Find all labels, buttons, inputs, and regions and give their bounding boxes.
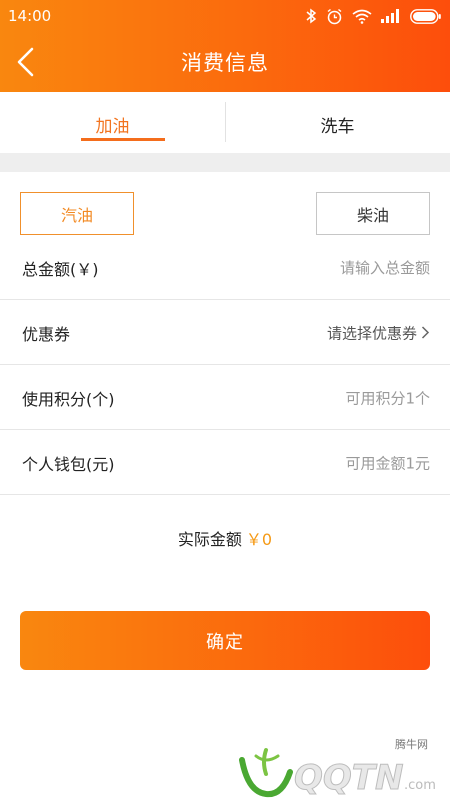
header-bar: 14:00 消费信息: [0, 0, 450, 92]
battery-icon: [410, 8, 442, 24]
points-label: 使用积分(个): [22, 389, 115, 409]
svg-text:.com: .com: [404, 778, 436, 793]
status-bar: 14:00: [0, 0, 450, 32]
total-amount-label: 总金额(￥): [22, 259, 99, 279]
coupon-label: 优惠券: [22, 324, 71, 344]
coupon-row[interactable]: 优惠券 请选择优惠券: [0, 300, 450, 365]
chevron-right-icon: [421, 324, 430, 342]
wallet-available: 可用金额1元: [345, 454, 430, 472]
confirm-button[interactable]: 确定: [20, 611, 430, 670]
signal-icon: [381, 9, 401, 23]
app-screen: 14:00 消费信息 加油 洗车 汽油 柴油 总金额(￥) 请输入总金额 优惠券…: [0, 0, 450, 800]
actual-amount-value: ￥0: [245, 530, 273, 549]
watermark-logo: QQTN .com: [239, 748, 436, 798]
svg-text:QQTN: QQTN: [294, 758, 403, 798]
diesel-option-button[interactable]: 柴油: [316, 192, 430, 235]
bluetooth-icon: [305, 8, 317, 24]
tab-bar: 加油 洗车: [0, 92, 450, 153]
points-row[interactable]: 使用积分(个) 可用积分1个: [0, 365, 450, 430]
tab-car-wash[interactable]: 洗车: [225, 92, 450, 153]
actual-amount: 实际金额 ￥0: [0, 526, 450, 550]
wallet-label: 个人钱包(元): [22, 454, 115, 474]
wifi-icon: [352, 9, 372, 24]
tab-car-wash-label: 洗车: [320, 117, 355, 137]
wallet-row[interactable]: 个人钱包(元) 可用金额1元: [0, 430, 450, 495]
actual-amount-label: 实际金额: [177, 530, 242, 549]
row-divider: [0, 494, 450, 495]
points-available: 可用积分1个: [345, 389, 430, 407]
coupon-select[interactable]: 请选择优惠券: [327, 322, 430, 343]
tab-refuel-label: 加油: [95, 117, 130, 137]
section-divider: [0, 153, 450, 172]
watermark: 腾牛网 QQTN .com: [236, 736, 446, 798]
status-icons: [305, 6, 442, 26]
status-time: 14:00: [8, 7, 52, 25]
coupon-value: 请选择优惠券: [326, 324, 417, 342]
tab-refuel[interactable]: 加油: [0, 92, 225, 153]
total-amount-input[interactable]: [230, 258, 430, 277]
total-amount-row: 总金额(￥): [0, 235, 450, 300]
active-tab-indicator: [81, 138, 165, 141]
alarm-icon: [326, 8, 343, 25]
page-title: 消费信息: [181, 51, 269, 75]
gasoline-option-button[interactable]: 汽油: [20, 192, 134, 235]
